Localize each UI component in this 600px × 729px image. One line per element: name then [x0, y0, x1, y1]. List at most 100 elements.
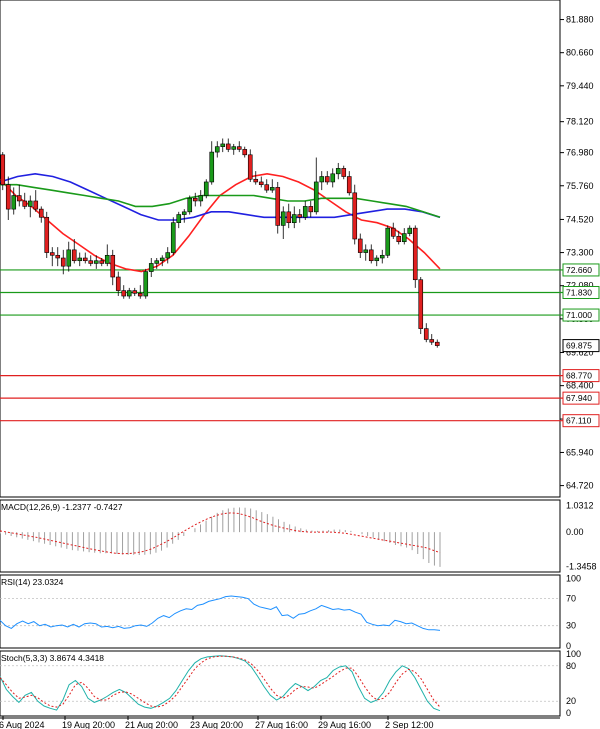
- candle-body: [258, 181, 264, 185]
- macd-tick-label: -1.3458: [566, 562, 597, 572]
- rsi-tick-label: 30: [566, 621, 576, 631]
- candle-body: [187, 197, 193, 213]
- candle-body: [225, 143, 231, 150]
- candle-body: [165, 252, 171, 259]
- candle-body: [143, 271, 149, 297]
- candle-body: [132, 290, 138, 294]
- stoch-tick-label: 80: [566, 661, 576, 671]
- macd-title: MACD(12,26,9) -1.2377 -0.7427: [1, 502, 123, 512]
- candle-body: [308, 206, 314, 213]
- candle-body: [368, 249, 374, 262]
- level-tag-label: 71.830: [566, 287, 592, 297]
- candle-body: [88, 260, 94, 264]
- candle-body: [33, 200, 39, 210]
- candle-body: [11, 195, 17, 210]
- candle-body: [22, 200, 28, 207]
- candle-body: [93, 260, 99, 264]
- candle-body: [396, 235, 402, 243]
- candle-body: [99, 260, 105, 264]
- rsi-title: RSI(14) 23.0324: [1, 577, 64, 587]
- candle-body: [82, 257, 88, 262]
- candle-body: [77, 257, 83, 262]
- candle-body: [385, 227, 391, 256]
- candle-body: [44, 216, 50, 253]
- time-tick-label: 2 Sep 12:00: [385, 720, 434, 729]
- candle-body: [434, 341, 440, 346]
- candle-body: [231, 146, 237, 150]
- candle-body: [38, 208, 44, 218]
- candle-body: [0, 154, 6, 185]
- candle-body: [253, 178, 259, 183]
- candle-body: [181, 211, 187, 215]
- macd-tick-label: 0.00: [566, 527, 584, 537]
- time-tick-label: 16 Aug 2024: [0, 720, 45, 729]
- price-tick-label: 73.300: [566, 248, 594, 258]
- candle-body: [49, 252, 55, 256]
- time-tick-label: 21 Aug 20:00: [125, 720, 178, 729]
- candle-body: [242, 149, 248, 156]
- price-tick-label: 76.980: [566, 148, 594, 158]
- rsi-tick-label: 100: [566, 573, 581, 583]
- stoch-tick-label: 20: [566, 696, 576, 706]
- candle-body: [148, 263, 154, 272]
- price-tick-label: 74.520: [566, 214, 594, 224]
- candle-body: [247, 154, 253, 180]
- level-tag-label: 68.770: [566, 371, 592, 381]
- candle-body: [209, 151, 215, 183]
- candle-body: [401, 233, 407, 243]
- rsi-tick-label: 70: [566, 594, 576, 604]
- candle-body: [71, 249, 77, 262]
- candle-body: [60, 257, 66, 267]
- stoch-tick-label: 0: [566, 708, 571, 718]
- candle-body: [236, 146, 242, 150]
- candle-body: [346, 176, 352, 194]
- candle-body: [313, 181, 319, 213]
- candle-body: [412, 227, 418, 281]
- time-tick-label: 23 Aug 20:00: [190, 720, 243, 729]
- candle-body: [330, 173, 336, 183]
- candle-body: [264, 184, 270, 191]
- candle-body: [269, 187, 275, 191]
- macd-tick-label: 1.0312: [566, 501, 594, 511]
- candle-body: [55, 254, 61, 259]
- time-tick-label: 19 Aug 20:00: [62, 720, 115, 729]
- candle-body: [137, 293, 143, 297]
- time-tick-label: 27 Aug 16:00: [255, 720, 308, 729]
- price-tick-label: 81.880: [566, 15, 594, 25]
- candle-body: [170, 222, 176, 253]
- candle-body: [291, 214, 297, 223]
- candle-body: [319, 176, 325, 183]
- level-tag-label: 67.940: [566, 393, 592, 403]
- candle-body: [198, 195, 204, 202]
- current-price-label: 69.875: [566, 341, 592, 351]
- candle-body: [176, 214, 182, 223]
- candle-body: [275, 187, 281, 226]
- candle-body: [66, 249, 72, 267]
- candle-body: [341, 168, 347, 177]
- level-tag-label: 67.110: [566, 416, 592, 426]
- candle-body: [192, 197, 198, 202]
- price-tick-label: 75.760: [566, 181, 594, 191]
- candle-body: [429, 339, 435, 343]
- candle-body: [302, 206, 308, 218]
- candle-body: [27, 200, 33, 207]
- candle-body: [357, 238, 363, 253]
- candle-body: [159, 257, 165, 262]
- candle-body: [16, 195, 22, 202]
- candle-body: [104, 254, 110, 264]
- forex-chart: 81.880 80.660 79.440 78.120 76.980 75.760 74.5…: [0, 0, 600, 729]
- candle-body: [214, 146, 220, 153]
- candle-body: [423, 328, 429, 340]
- candle-body: [286, 211, 292, 223]
- candle-body: [115, 276, 121, 291]
- candle-body: [352, 192, 358, 240]
- candle-body: [418, 279, 424, 329]
- price-tick-label: 65.940: [566, 447, 594, 457]
- candle-body: [407, 227, 413, 234]
- candle-body: [280, 211, 286, 226]
- level-tag-label: 72.660: [566, 265, 592, 275]
- stoch-title: Stoch(5,3,3) 3.8674 4.3418: [1, 653, 104, 663]
- price-tick-label: 79.440: [566, 81, 594, 91]
- chart-root: 81.880 80.660 79.440 78.120 76.980 75.760 74.5…: [0, 0, 600, 729]
- stoch-tick-label: 100: [566, 649, 581, 659]
